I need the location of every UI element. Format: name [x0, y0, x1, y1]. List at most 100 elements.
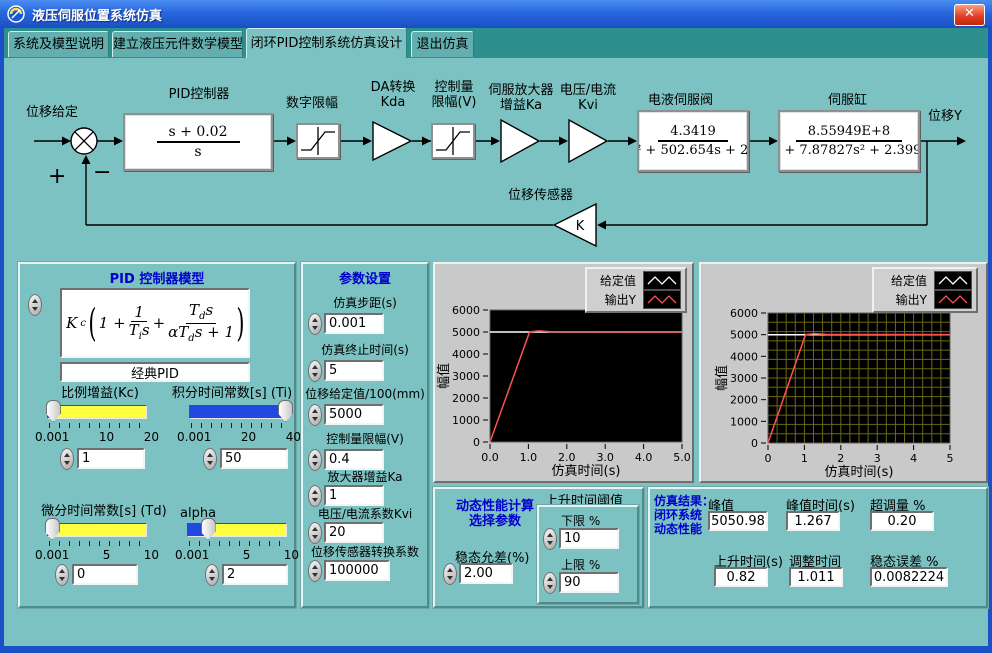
svg-text:4.0: 4.0	[635, 451, 653, 464]
upper-limit-input[interactable]	[559, 572, 619, 593]
da-gain-icon	[372, 121, 413, 162]
svg-text:2000: 2000	[452, 392, 480, 405]
setpoint-swatch[interactable]	[643, 271, 681, 290]
amp-gain-icon	[500, 119, 541, 164]
ti-slider-scale: 0.0012040	[177, 430, 301, 444]
dynamic-perf-panel: 动态性能计算选择参数 稳态允差(%) 上升时间阈值 下限 % 上限 %	[433, 487, 644, 608]
alpha-slider-thumb[interactable]	[201, 518, 216, 540]
svg-text:5: 5	[947, 452, 954, 465]
sim-end-time-input[interactable]	[324, 360, 384, 381]
rise-time-threshold-group: 下限 % 上限 %	[537, 505, 639, 604]
kvi-coef-input[interactable]	[324, 522, 384, 543]
svg-text:5.0: 5.0	[673, 451, 691, 464]
legend-row-output[interactable]: 输出Y	[591, 290, 681, 309]
lower-limit-spinner[interactable]	[543, 528, 557, 550]
svg-text:幅值: 幅值	[714, 365, 730, 391]
chart-panel-left: 01000200030004000500060000.01.02.03.04.0…	[433, 262, 694, 483]
svg-text:1.0: 1.0	[520, 451, 538, 464]
ss-tolerance-spinner[interactable]	[443, 563, 457, 585]
upper-limit-spinner[interactable]	[543, 572, 557, 594]
param-settings-panel: 参数设置 仿真步距(s) 仿真终止时间(s) 位移给定值/100(mm) 控制量…	[301, 262, 429, 608]
pid-panel-title: PID 控制器模型	[20, 272, 294, 287]
kvi-coef-label: 电压/电流系数Kvi	[303, 507, 427, 522]
td-spinner[interactable]	[55, 564, 69, 586]
sensor-coef-input[interactable]	[324, 560, 390, 581]
output-swatch[interactable]	[643, 290, 681, 309]
kc-slider[interactable]	[47, 405, 147, 419]
td-slider[interactable]	[47, 523, 147, 537]
output-swatch[interactable]	[934, 290, 972, 309]
amp-gain-spinner[interactable]	[308, 485, 322, 507]
control-limit-spinner[interactable]	[308, 449, 322, 471]
tab-closed-loop-pid[interactable]: 闭环PID控制系统仿真设计	[246, 28, 407, 58]
dyn-heading: 动态性能计算选择参数	[439, 499, 551, 529]
sim-end-time-label: 仿真终止时间(s)	[303, 343, 427, 358]
td-slider-scale: 0.001510	[35, 548, 159, 562]
legend-row-output[interactable]: 输出Y	[878, 290, 972, 309]
svg-text:2: 2	[837, 452, 844, 465]
digital-limit-label: 数字限幅	[286, 92, 338, 111]
svg-text:仿真时间(s): 仿真时间(s)	[825, 465, 894, 480]
ti-input[interactable]	[220, 448, 288, 469]
cylinder-block-title: 伺服缸	[828, 89, 867, 108]
td-slider-ticks	[49, 541, 147, 546]
legend-row-setpoint[interactable]: 给定值	[878, 271, 972, 290]
svg-text:4: 4	[910, 452, 917, 465]
output-label: 位移Y	[928, 105, 962, 124]
ti-slider-label: 积分时间常数[s] (Ti)	[166, 386, 298, 401]
svg-text:6000: 6000	[730, 307, 758, 320]
pid-model-spinner[interactable]	[28, 294, 42, 316]
pid-block-title: PID控制器	[156, 87, 242, 102]
saturation-icon	[296, 123, 340, 159]
alpha-slider[interactable]	[187, 523, 287, 537]
ti-spinner[interactable]	[203, 448, 217, 470]
kvi-label: 电压/电流Kvi	[548, 83, 628, 113]
alpha-input[interactable]	[222, 564, 288, 585]
amp-gain-input[interactable]	[324, 485, 384, 506]
svg-text:1000: 1000	[452, 414, 480, 427]
settle-time-display: 1.011	[789, 567, 843, 587]
sensor-coef-spinner[interactable]	[308, 560, 322, 582]
legend-row-setpoint[interactable]: 给定值	[591, 271, 681, 290]
setpoint-spinner[interactable]	[308, 404, 322, 426]
setpoint-swatch[interactable]	[934, 271, 972, 290]
ss-tolerance-input[interactable]	[459, 563, 513, 584]
sum-minus-sign: −	[93, 160, 111, 185]
peak-value-display: 5050.98	[708, 511, 768, 531]
svg-text:0: 0	[765, 452, 772, 465]
valve-block-title: 电液伺服阀	[648, 89, 713, 108]
sim-step-input[interactable]	[324, 313, 384, 334]
da-converter-label: DA转换Kda	[358, 80, 428, 110]
kc-slider-thumb[interactable]	[46, 400, 61, 422]
chart-legend: 给定值 输出Y	[872, 267, 978, 313]
chart-panel-right: 0100020003000400050006000012345仿真时间(s)幅值…	[699, 262, 988, 483]
input-label: 位移给定	[26, 101, 78, 120]
setpoint-input[interactable]	[324, 404, 384, 425]
svg-text:5000: 5000	[730, 329, 758, 342]
ti-slider[interactable]	[189, 405, 289, 419]
svg-text:5000: 5000	[452, 326, 480, 339]
alpha-spinner[interactable]	[205, 564, 219, 586]
pid-transfer-fn: s + 0.02 s	[123, 113, 273, 171]
alpha-slider-ticks	[189, 541, 287, 546]
td-slider-thumb[interactable]	[45, 518, 60, 540]
control-limit-input[interactable]	[324, 449, 384, 470]
sim-step-spinner[interactable]	[308, 313, 322, 335]
svg-text:3000: 3000	[452, 370, 480, 383]
kvi-gain-icon	[568, 119, 609, 164]
ti-slider-thumb[interactable]	[278, 400, 293, 422]
sum-plus-sign: +	[48, 164, 66, 189]
pid-type-display: 经典PID	[60, 362, 250, 382]
kc-spinner[interactable]	[60, 448, 74, 470]
alpha-slider-scale: 0.001510	[175, 548, 299, 562]
kc-input[interactable]	[77, 448, 145, 469]
sim-end-time-spinner[interactable]	[308, 360, 322, 382]
kc-slider-scale: 0.0011020	[35, 430, 159, 444]
svg-text:3000: 3000	[730, 372, 758, 385]
overshoot-display: 0.20	[870, 511, 934, 531]
td-input[interactable]	[72, 564, 138, 585]
pid-model-panel: PID 控制器模型 Kc(1 + 1Tis + TdsαTds + 1 ) 经典…	[18, 262, 296, 608]
lower-limit-input[interactable]	[559, 528, 619, 549]
kvi-coef-spinner[interactable]	[308, 522, 322, 544]
svg-text:1000: 1000	[730, 415, 758, 428]
